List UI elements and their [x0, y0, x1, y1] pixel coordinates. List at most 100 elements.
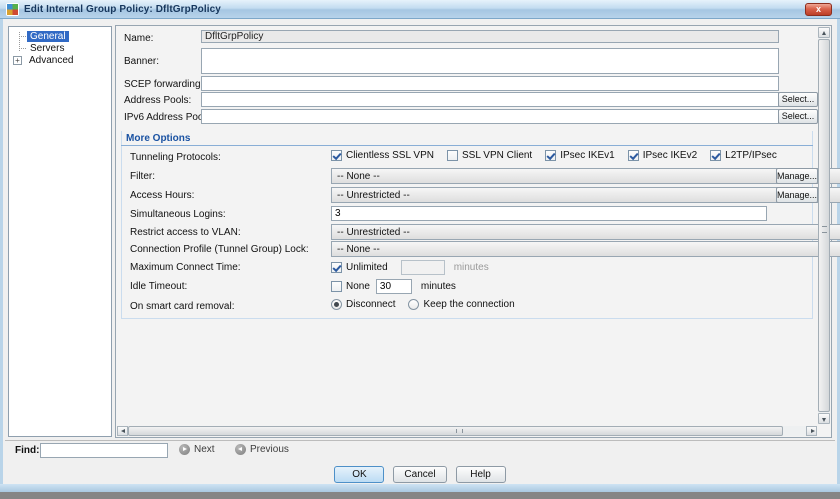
checkbox-label: IPsec IKEv1 — [560, 150, 614, 161]
checkbox-l2tp-ipsec[interactable]: L2TP/IPsec — [710, 150, 777, 161]
ipv6-pools-field[interactable] — [201, 109, 779, 124]
name-row: Name: — [116, 30, 831, 47]
idle-timeout-minutes-suffix: minutes — [421, 281, 456, 292]
max-connect-minutes-suffix: minutes — [454, 262, 489, 273]
idle-timeout-minutes-field[interactable] — [376, 279, 412, 294]
filter-row: Filter: -- None -- Manage... — [116, 168, 831, 185]
radio-keep-connection[interactable]: Keep the connection — [408, 299, 514, 310]
title-bar: Edit Internal Group Policy: DfltGrpPolic… — [0, 0, 840, 19]
checkbox-unlimited[interactable]: Unlimited — [331, 262, 388, 273]
window-frame-bottom — [0, 484, 840, 492]
checkbox-label: None — [346, 281, 370, 292]
banner-field[interactable] — [201, 48, 779, 74]
checkbox-label: IPsec IKEv2 — [643, 150, 697, 161]
cancel-button[interactable]: Cancel — [393, 466, 446, 483]
address-pools-row: Address Pools: Select... — [116, 92, 831, 109]
scroll-up-arrow-icon[interactable] — [818, 27, 830, 38]
horizontal-scrollbar[interactable] — [117, 426, 817, 436]
tree-item-label: Advanced — [26, 55, 76, 66]
restrict-vlan-dropdown[interactable]: -- Unrestricted -- — [331, 224, 840, 240]
tree-item-label: Servers — [27, 43, 67, 54]
footer-button-bar: OK Cancel Help — [3, 466, 837, 484]
radio-disconnect[interactable]: Disconnect — [331, 299, 395, 310]
scroll-right-arrow-icon[interactable] — [806, 426, 817, 436]
checkbox-icon — [545, 150, 556, 161]
smart-card-row: On smart card removal: Disconnect Keep t… — [116, 298, 831, 315]
app-icon — [6, 3, 19, 16]
radio-icon — [331, 299, 342, 310]
idle-timeout-controls: None minutes — [331, 279, 456, 294]
tree-item-general[interactable]: General — [9, 30, 111, 42]
tunnel-group-lock-label: Connection Profile (Tunnel Group) Lock: — [130, 244, 309, 255]
next-arrow-icon — [179, 444, 190, 455]
access-hours-dropdown[interactable]: -- Unrestricted -- — [331, 187, 840, 203]
smart-card-label: On smart card removal: — [130, 301, 234, 312]
scep-row: SCEP forwarding URL: — [116, 76, 831, 93]
radio-label: Disconnect — [346, 299, 395, 310]
checkbox-icon — [331, 281, 342, 292]
nav-tree: General Servers + Advanced — [8, 26, 112, 437]
find-previous-label: Previous — [250, 444, 289, 455]
address-pools-select-button[interactable]: Select... — [778, 92, 818, 107]
tunneling-protocols-label: Tunneling Protocols: — [130, 152, 221, 163]
vertical-scrollbar-thumb[interactable] — [818, 39, 830, 412]
filter-selected-value: -- None -- — [337, 171, 380, 182]
access-hours-row: Access Hours: -- Unrestricted -- Manage.… — [116, 187, 831, 204]
find-next-button[interactable]: Next — [179, 444, 215, 455]
max-connect-time-row: Maximum Connect Time: Unlimited minutes — [116, 259, 831, 276]
expand-plus-icon[interactable]: + — [13, 56, 22, 65]
radio-label: Keep the connection — [423, 299, 514, 310]
scroll-down-arrow-icon[interactable] — [818, 413, 830, 424]
filter-dropdown[interactable]: -- None -- — [331, 168, 840, 184]
simultaneous-logins-label: Simultaneous Logins: — [130, 209, 226, 220]
radio-icon — [408, 299, 419, 310]
address-pools-label: Address Pools: — [124, 95, 191, 106]
close-button[interactable]: x — [805, 3, 832, 16]
tunneling-checkbox-group: Clientless SSL VPN SSL VPN Client IPsec … — [331, 150, 790, 161]
checkbox-none[interactable]: None — [331, 281, 370, 292]
window-title: Edit Internal Group Policy: DfltGrpPolic… — [24, 4, 221, 15]
find-bar: Find: Next Previous — [5, 440, 835, 460]
content-panel: Name: Banner: SCEP forwarding URL: Addre… — [115, 25, 832, 438]
access-hours-label: Access Hours: — [130, 190, 194, 201]
scroll-left-arrow-icon[interactable] — [117, 426, 128, 436]
ipv6-pools-select-button[interactable]: Select... — [778, 109, 818, 124]
checkbox-ipsec-ikev1[interactable]: IPsec IKEv1 — [545, 150, 614, 161]
checkbox-icon — [447, 150, 458, 161]
simultaneous-logins-field[interactable] — [331, 206, 767, 221]
tunnel-group-lock-selected-value: -- None -- — [337, 244, 380, 255]
tree-item-servers[interactable]: Servers — [9, 42, 111, 54]
filter-manage-button[interactable]: Manage... — [776, 168, 818, 184]
address-pools-field[interactable] — [201, 92, 779, 107]
simultaneous-logins-row: Simultaneous Logins: — [116, 206, 831, 223]
idle-timeout-row: Idle Timeout: None minutes — [116, 278, 831, 295]
filter-label: Filter: — [130, 171, 155, 182]
help-button[interactable]: Help — [456, 466, 506, 483]
checkbox-label: SSL VPN Client — [462, 150, 532, 161]
find-previous-button[interactable]: Previous — [235, 444, 289, 455]
restrict-vlan-selected-value: -- Unrestricted -- — [337, 227, 410, 238]
find-input[interactable] — [40, 443, 168, 458]
tunnel-group-lock-dropdown[interactable]: -- None -- — [331, 241, 840, 257]
max-connect-controls: Unlimited minutes — [331, 260, 489, 275]
checkbox-ipsec-ikev2[interactable]: IPsec IKEv2 — [628, 150, 697, 161]
scep-url-field[interactable] — [201, 76, 779, 91]
max-connect-time-label: Maximum Connect Time: — [130, 262, 241, 273]
vertical-scrollbar[interactable] — [818, 27, 830, 424]
smart-card-options: Disconnect Keep the connection — [331, 299, 528, 310]
access-hours-manage-button[interactable]: Manage... — [776, 187, 818, 203]
checkbox-clientless-ssl-vpn[interactable]: Clientless SSL VPN — [331, 150, 434, 161]
name-label: Name: — [124, 33, 153, 44]
restrict-vlan-row: Restrict access to VLAN: -- Unrestricted… — [116, 224, 831, 241]
tree-item-advanced[interactable]: + Advanced — [9, 54, 111, 66]
checkbox-label: Unlimited — [346, 262, 388, 273]
horizontal-scrollbar-thumb[interactable] — [128, 426, 783, 436]
checkbox-ssl-vpn-client[interactable]: SSL VPN Client — [447, 150, 532, 161]
dialog-window: Edit Internal Group Policy: DfltGrpPolic… — [0, 0, 840, 492]
checkbox-icon — [710, 150, 721, 161]
banner-row: Banner: — [116, 48, 831, 76]
idle-timeout-label: Idle Timeout: — [130, 281, 187, 292]
ipv6-pools-row: IPv6 Address Pools: Select... — [116, 109, 831, 126]
ok-button[interactable]: OK — [334, 466, 384, 483]
tunneling-protocols-row: Tunneling Protocols: Clientless SSL VPN … — [116, 149, 831, 166]
